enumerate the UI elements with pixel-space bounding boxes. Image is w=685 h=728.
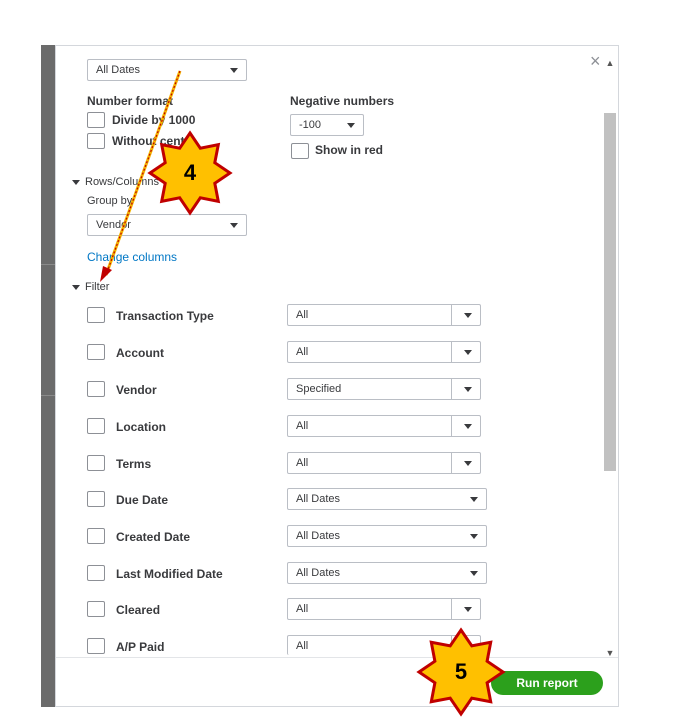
group-by-value: Vendor: [96, 219, 131, 231]
chevron-down-icon: [464, 350, 472, 355]
number-format-heading: Number format: [87, 94, 174, 108]
filter-account-label: Account: [116, 346, 164, 360]
chevron-down-icon: [347, 123, 355, 128]
filter-ap-paid-select[interactable]: All: [287, 635, 481, 656]
filter-location-value: All: [296, 420, 309, 432]
filter-account-select[interactable]: All: [287, 341, 481, 363]
filter-location-checkbox[interactable]: [87, 418, 105, 434]
chevron-down-icon: [464, 424, 472, 429]
without-cents-checkbox[interactable]: [87, 133, 105, 149]
report-period-value: All Dates: [96, 64, 141, 76]
rows-columns-heading: Rows/Columns: [85, 176, 159, 188]
chevron-down-icon: [464, 461, 472, 466]
filter-last-modified-date-value: All Dates: [296, 567, 341, 579]
filter-created-date-label: Created Date: [116, 530, 191, 544]
rows-columns-section-toggle[interactable]: Rows/Columns: [72, 176, 159, 188]
filter-terms-label: Terms: [116, 457, 152, 471]
filter-location-select[interactable]: All: [287, 415, 481, 437]
select-divider: [451, 599, 452, 619]
background-page-edge: [41, 45, 55, 707]
select-divider: [451, 342, 452, 362]
run-report-button[interactable]: Run report: [491, 671, 603, 695]
step-5-number: 5: [454, 659, 468, 684]
negative-numbers-value: -100: [299, 119, 322, 131]
filter-terms-select[interactable]: All: [287, 452, 481, 474]
chevron-down-icon: [470, 571, 478, 576]
show-in-red-label: Show in red: [315, 143, 384, 157]
filter-vendor-select[interactable]: Specified: [287, 378, 481, 400]
negative-numbers-select[interactable]: -100: [290, 114, 364, 136]
close-icon[interactable]: ×: [590, 52, 601, 70]
chevron-down-icon: [470, 534, 478, 539]
filter-cleared-checkbox[interactable]: [87, 601, 105, 617]
filter-due-date-label: Due Date: [116, 493, 169, 507]
filter-last-modified-date-checkbox[interactable]: [87, 565, 105, 581]
background-divider: [41, 264, 55, 265]
filter-last-modified-date-label: Last Modified Date: [116, 567, 223, 581]
change-columns-link[interactable]: Change columns: [87, 250, 177, 264]
filter-terms-checkbox[interactable]: [87, 455, 105, 471]
triangle-down-icon: [72, 179, 80, 185]
chevron-down-icon: [230, 223, 238, 228]
select-divider: [451, 305, 452, 325]
filter-due-date-value: All Dates: [296, 493, 341, 505]
filter-created-date-value: All Dates: [296, 530, 341, 542]
filter-vendor-value: Specified: [296, 383, 342, 395]
scroll-up-arrow-icon[interactable]: ▲: [604, 58, 616, 68]
triangle-down-icon: [72, 284, 80, 290]
footer-divider: [56, 657, 618, 658]
filter-section-toggle[interactable]: Filter: [72, 281, 109, 293]
divide-by-1000-checkbox[interactable]: [87, 112, 105, 128]
filter-vendor-checkbox[interactable]: [87, 381, 105, 397]
background-divider: [41, 395, 55, 396]
filter-heading: Filter: [85, 281, 110, 293]
filter-account-checkbox[interactable]: [87, 344, 105, 360]
select-divider: [451, 453, 452, 473]
filter-terms-value: All: [296, 457, 309, 469]
filter-location-label: Location: [116, 420, 166, 434]
step-4-number: 4: [183, 160, 197, 185]
divide-by-1000-label: Divide by 1000: [112, 113, 196, 127]
filter-vendor-label: Vendor: [116, 383, 157, 397]
filter-ap-paid-checkbox[interactable]: [87, 638, 105, 654]
chevron-down-icon: [230, 68, 238, 73]
filter-last-modified-date-select[interactable]: All Dates: [287, 562, 487, 584]
chevron-down-icon: [470, 497, 478, 502]
filter-transaction-type-value: All: [296, 309, 309, 321]
filter-transaction-type-checkbox[interactable]: [87, 307, 105, 323]
report-period-select[interactable]: All Dates: [87, 59, 247, 81]
filter-ap-paid-label: A/P Paid: [116, 640, 165, 654]
select-divider: [451, 379, 452, 399]
chevron-down-icon: [464, 313, 472, 318]
filter-due-date-checkbox[interactable]: [87, 491, 105, 507]
filter-transaction-type-label: Transaction Type: [116, 309, 214, 323]
chevron-down-icon: [464, 607, 472, 612]
group-by-label: Group by: [87, 195, 133, 207]
select-divider: [451, 416, 452, 436]
filter-due-date-select[interactable]: All Dates: [287, 488, 487, 510]
group-by-select[interactable]: Vendor: [87, 214, 247, 236]
filter-transaction-type-select[interactable]: All: [287, 304, 481, 326]
filter-ap-paid-value: All: [296, 640, 309, 652]
show-in-red-checkbox[interactable]: [291, 143, 309, 159]
chevron-down-icon: [464, 387, 472, 392]
select-divider: [451, 636, 452, 656]
scrollbar-thumb[interactable]: [604, 113, 616, 471]
filter-created-date-checkbox[interactable]: [87, 528, 105, 544]
filter-cleared-value: All: [296, 603, 309, 615]
negative-numbers-heading: Negative numbers: [290, 94, 395, 108]
filter-created-date-select[interactable]: All Dates: [287, 525, 487, 547]
filter-cleared-select[interactable]: All: [287, 598, 481, 620]
filter-account-value: All: [296, 346, 309, 358]
without-cents-label: Without cents: [112, 134, 192, 148]
filter-cleared-label: Cleared: [116, 603, 161, 617]
